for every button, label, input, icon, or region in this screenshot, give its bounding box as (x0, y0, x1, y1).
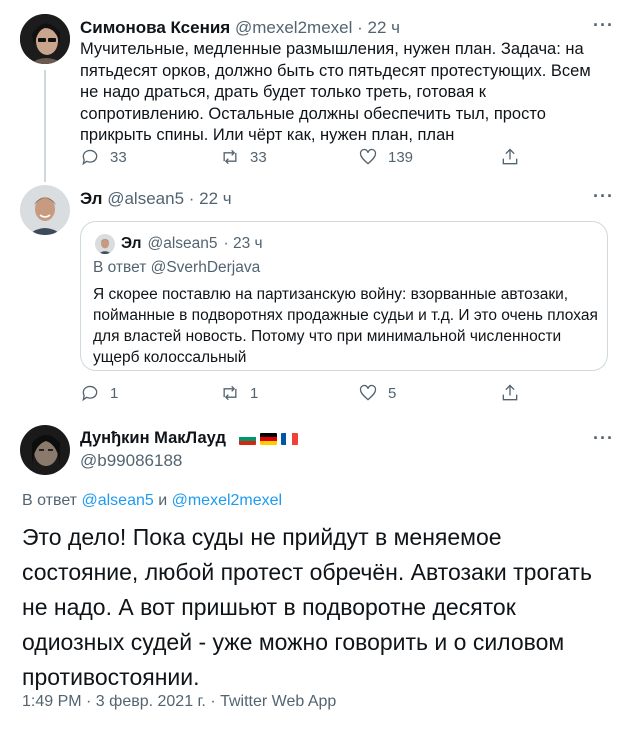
tweet-text: Мучительные, медленные размышления, нуже… (80, 40, 591, 144)
reply-user-link[interactable]: @mexel2mexel (172, 492, 283, 509)
avatar-maclaud-image (20, 425, 70, 475)
tweet-header: Симонова Ксения @mexel2mexel · 22 ч (80, 18, 400, 38)
tweet-meta[interactable]: 1:49 PM · 3 февр. 2021 г. · Twitter Web … (22, 693, 336, 711)
quoted-tweet-header: Эл @alsean5 · 23 ч (95, 234, 263, 254)
retweet-button[interactable]: 1 (220, 381, 258, 405)
more-icon[interactable]: ··· (593, 429, 614, 447)
retweet-button[interactable]: 33 (220, 145, 267, 169)
tweet-actions: 1 1 5 (80, 381, 540, 405)
more-icon[interactable]: ··· (593, 187, 614, 205)
tweet-actions: 33 33 139 (80, 145, 540, 169)
retweet-count: 33 (250, 148, 267, 166)
share-button[interactable] (500, 145, 520, 169)
avatar-maclaud[interactable] (20, 425, 70, 475)
share-button[interactable] (500, 381, 520, 405)
retweet-icon (223, 149, 237, 165)
like-count: 5 (388, 384, 397, 402)
like-count: 139 (388, 148, 414, 166)
tweet-simonova[interactable]: Симонова Ксения @mexel2mexel · 22 ч ··· … (0, 0, 640, 175)
quoted-user-handle: @alsean5 (147, 235, 218, 252)
user-handle[interactable]: @alsean5 (107, 189, 184, 208)
reply-and: и (158, 492, 168, 509)
display-name[interactable]: Эл (80, 189, 102, 208)
user-handle[interactable]: @b99086188 (80, 451, 182, 471)
reply-icon (82, 385, 98, 402)
avatar-simonova[interactable] (20, 14, 70, 64)
tweet-text: Это дело! Пока суды не прийдут в меняемо… (22, 524, 592, 690)
quoted-tweet-text: Я скорее поставлю на партизанскую войну:… (93, 286, 598, 366)
quoted-tweet[interactable]: Эл @alsean5 · 23 ч В ответ @SverhDerjava… (80, 221, 608, 371)
share-icon (502, 384, 518, 401)
more-icon[interactable]: ··· (593, 16, 614, 34)
reply-count: 1 (110, 384, 119, 402)
reply-user-link[interactable]: @alsean5 (81, 492, 153, 509)
reply-count: 33 (110, 148, 127, 166)
quoted-tweet-time: · 23 ч (223, 235, 263, 252)
display-name[interactable]: Дунђкин МакЛауд (80, 429, 226, 447)
like-button[interactable]: 139 (358, 145, 413, 169)
display-name[interactable]: Симонова Ксения (80, 18, 230, 37)
quoted-avatar-image[interactable] (95, 234, 115, 254)
tweet-time[interactable]: · 22 ч (189, 189, 232, 208)
tweet-header: Эл @alsean5 · 22 ч (80, 189, 232, 209)
avatar-el-image (20, 185, 70, 235)
bulgaria-flag-icon (238, 432, 256, 445)
germany-flag-icon (259, 432, 277, 445)
retweet-icon (223, 385, 237, 401)
avatar-el[interactable] (20, 185, 70, 235)
retweet-count: 1 (250, 384, 259, 402)
tweet-header: Дунђкин МакЛауд (80, 429, 298, 448)
reply-button[interactable]: 33 (80, 145, 127, 169)
quoted-display-name: Эл (121, 235, 142, 252)
heart-icon (359, 384, 377, 401)
like-button[interactable]: 5 (358, 381, 396, 405)
reply-button[interactable]: 1 (80, 381, 118, 405)
flag-emojis (238, 432, 298, 445)
reply-prefix: В ответ (22, 492, 78, 509)
tweet-time[interactable]: · 22 ч (357, 18, 400, 37)
quoted-reply-context: В ответ @SverhDerjava (93, 259, 261, 276)
avatar-simonova-image (20, 14, 70, 64)
france-flag-icon (280, 432, 298, 445)
reply-context: В ответ @alsean5 и @mexel2mexel (22, 492, 282, 510)
reply-icon (82, 149, 98, 166)
share-icon (502, 148, 518, 165)
user-handle[interactable]: @mexel2mexel (235, 18, 352, 37)
heart-icon (359, 148, 377, 165)
